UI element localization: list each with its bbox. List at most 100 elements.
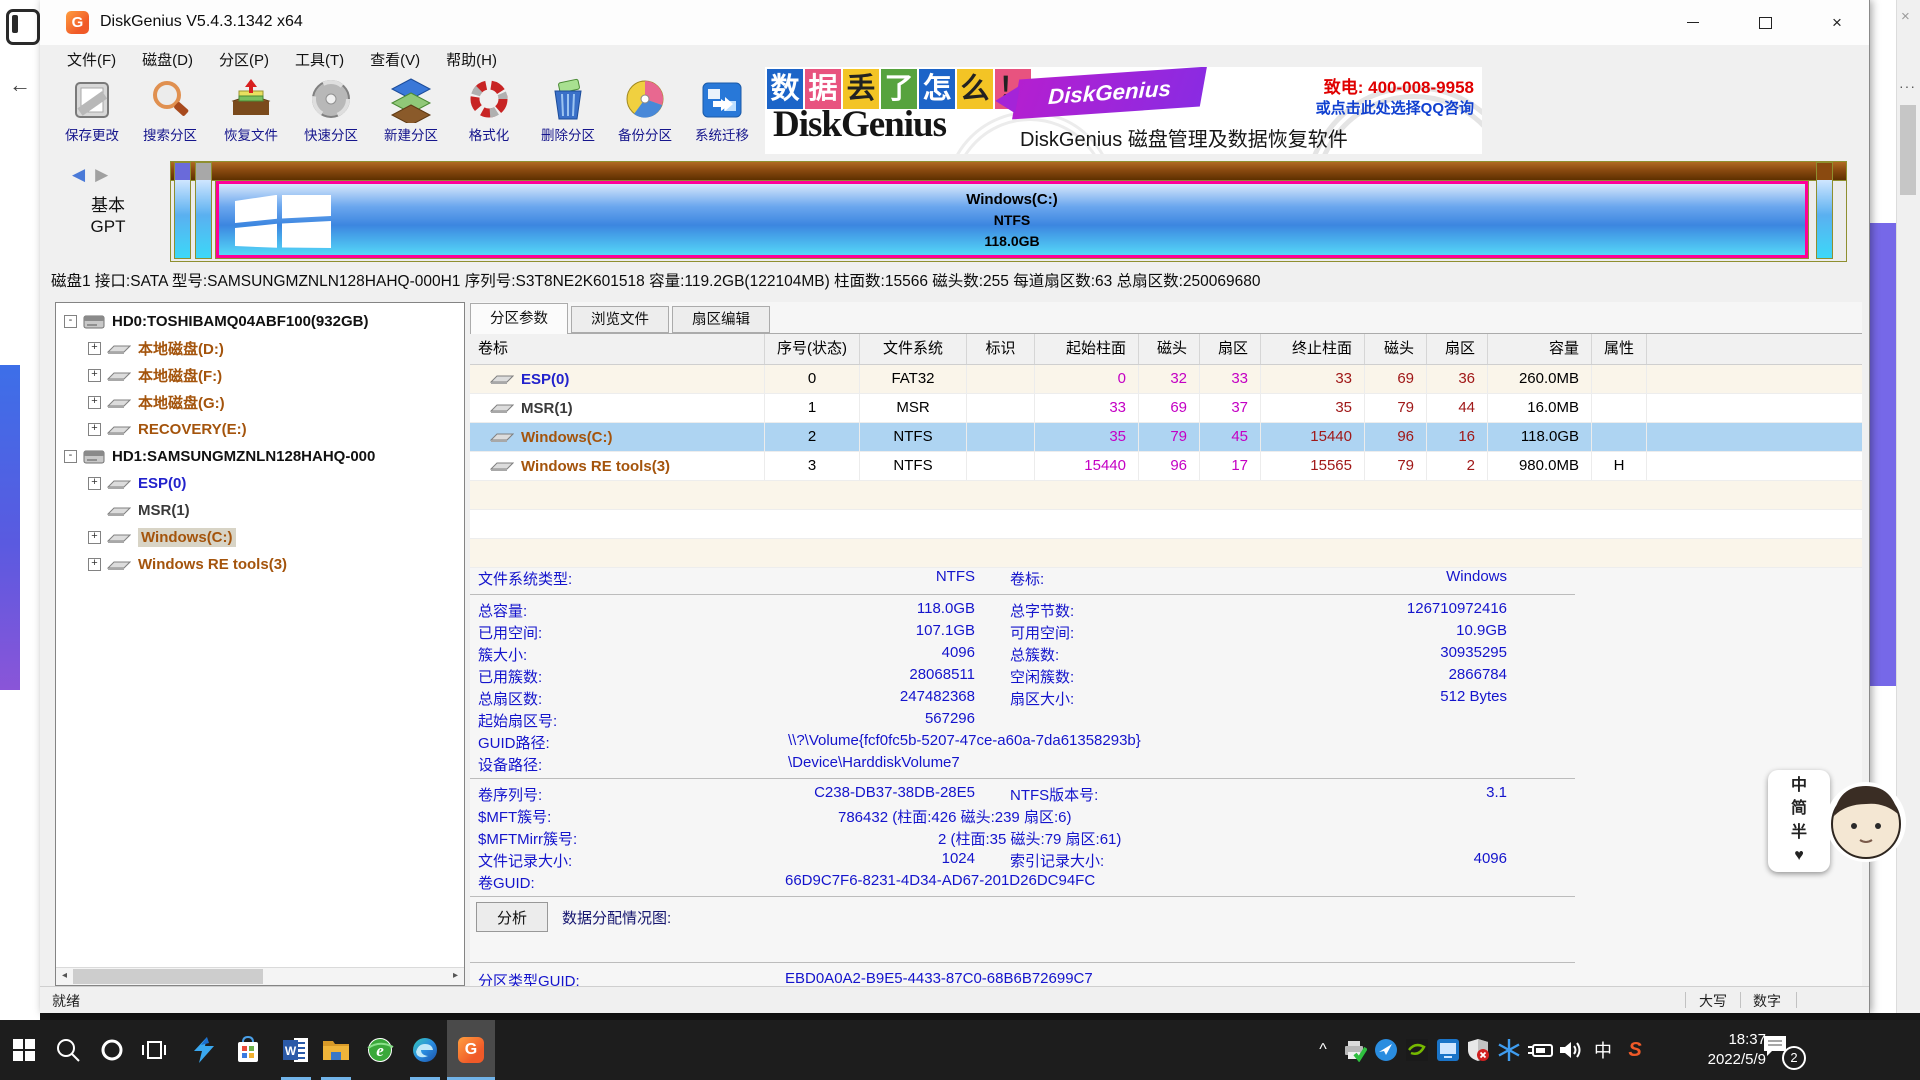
scroll-left-arrow[interactable]: ◂ <box>56 968 73 984</box>
column-header[interactable]: 卷标 <box>470 334 765 364</box>
next-disk-arrow[interactable]: ▶ <box>95 165 118 184</box>
background-window-tab-icon[interactable] <box>6 9 40 45</box>
tray-messenger-icon[interactable] <box>1371 1020 1401 1080</box>
menu-disk[interactable]: 磁盘(D) <box>129 49 206 70</box>
tray-volume-icon[interactable] <box>1556 1020 1586 1080</box>
taskbar-app-edge[interactable] <box>403 1020 447 1080</box>
expand-toggle-icon[interactable]: + <box>88 477 101 490</box>
start-button[interactable] <box>2 1020 46 1080</box>
collapse-toggle-icon[interactable]: - <box>64 315 77 328</box>
tree-item-windows-re-tools[interactable]: + Windows RE tools(3) <box>56 551 464 578</box>
table-row-esp[interactable]: ESP(0) 0 FAT32 0 32 33 33 69 36 260.0MB <box>470 365 1862 394</box>
ime-mode-simplified[interactable]: 简 <box>1791 801 1807 817</box>
backup-partition-button[interactable]: 备份分区 <box>609 77 681 152</box>
column-header[interactable]: 起始柱面 <box>1035 334 1139 364</box>
analyze-button[interactable]: 分析 <box>476 902 548 932</box>
tray-ime-indicator[interactable]: 中 <box>1588 1020 1618 1080</box>
tab-browse-files[interactable]: 浏览文件 <box>571 306 669 333</box>
delete-partition-button[interactable]: 删除分区 <box>532 77 604 152</box>
expand-toggle-icon[interactable]: + <box>88 558 101 571</box>
tree-item-local-disk-g[interactable]: + 本地磁盘(G:) <box>56 389 464 416</box>
column-header[interactable]: 容量 <box>1488 334 1592 364</box>
pinned-app-store[interactable] <box>226 1020 270 1080</box>
tree-item-windows-c[interactable]: + Windows(C:) <box>56 524 464 551</box>
pinned-app-lightning[interactable] <box>182 1020 226 1080</box>
table-row-windows-selected[interactable]: Windows(C:) 2 NTFS 35 79 45 15440 96 16 … <box>470 423 1862 452</box>
tab-sector-edit[interactable]: 扇区编辑 <box>672 306 770 333</box>
tray-intel-graphics-icon[interactable] <box>1433 1020 1463 1080</box>
tray-printer-icon[interactable] <box>1340 1020 1370 1080</box>
save-changes-button[interactable]: 保存更改 <box>56 77 128 152</box>
expand-toggle-icon[interactable]: + <box>88 396 101 409</box>
taskbar-clock[interactable]: 18:37 2022/5/9 <box>1668 1030 1766 1070</box>
banner-ad[interactable]: 数 据 丢 了 怎 么 ！ DiskGenius 致电: 400-008-995… <box>765 67 1482 154</box>
new-partition-button[interactable]: 新建分区 <box>375 77 447 152</box>
tree-item-hd0[interactable]: - HD0:TOSHIBAMQ04ABF100(932GB) <box>56 308 464 335</box>
taskbar-app-diskgenius-active[interactable]: G <box>447 1020 495 1080</box>
minimize-button[interactable] <box>1670 0 1716 45</box>
tray-nvidia-icon[interactable] <box>1402 1020 1432 1080</box>
system-migration-button[interactable]: 系统迁移 <box>686 77 758 152</box>
tree-item-local-disk-f[interactable]: + 本地磁盘(F:) <box>56 362 464 389</box>
partition-bar-windows-re[interactable] <box>1816 162 1833 259</box>
tree-item-hd1[interactable]: - HD1:SAMSUNGMZNLN128HAHQ-000 <box>56 443 464 470</box>
collapse-toggle-icon[interactable]: - <box>64 450 77 463</box>
prev-disk-arrow[interactable]: ◀ <box>72 165 95 184</box>
tray-power-icon[interactable] <box>1526 1020 1556 1080</box>
action-center-button[interactable]: 2 <box>1762 1034 1806 1068</box>
column-header[interactable]: 属性 <box>1592 334 1647 364</box>
more-dots-icon[interactable]: ··· <box>1899 78 1916 94</box>
task-view-button[interactable] <box>132 1020 176 1080</box>
column-header[interactable]: 磁头 <box>1139 334 1200 364</box>
menu-partition[interactable]: 分区(P) <box>206 49 282 70</box>
table-row-windows-re[interactable]: Windows RE tools(3) 3 NTFS 15440 96 17 1… <box>470 452 1862 481</box>
tree-item-esp[interactable]: + ESP(0) <box>56 470 464 497</box>
table-row-msr[interactable]: MSR(1) 1 MSR 33 69 37 35 79 44 16.0MB <box>470 394 1862 423</box>
menu-tools[interactable]: 工具(T) <box>282 49 357 70</box>
partition-bar-msr[interactable] <box>195 162 212 259</box>
column-header[interactable]: 终止柱面 <box>1261 334 1365 364</box>
cortana-button[interactable] <box>90 1020 134 1080</box>
column-header[interactable]: 扇区 <box>1427 334 1488 364</box>
taskbar-search-button[interactable] <box>46 1020 90 1080</box>
tray-security-icon[interactable] <box>1463 1020 1493 1080</box>
taskbar-app-file-explorer[interactable] <box>314 1020 358 1080</box>
tree-item-local-disk-d[interactable]: + 本地磁盘(D:) <box>56 335 464 362</box>
scroll-right-arrow[interactable]: ▸ <box>447 968 464 984</box>
pinned-app-green-browser[interactable]: e <box>358 1020 402 1080</box>
ime-mode-chinese[interactable]: 中 <box>1791 778 1807 794</box>
format-button[interactable]: 格式化 <box>453 77 525 152</box>
expand-toggle-icon[interactable]: + <box>88 423 101 436</box>
partition-bar-esp[interactable] <box>174 162 191 259</box>
taskbar-app-word[interactable]: W <box>274 1020 318 1080</box>
tree-item-msr[interactable]: MSR(1) <box>56 497 464 524</box>
recover-files-button[interactable]: 恢复文件 <box>215 77 287 152</box>
scrollbar-thumb[interactable] <box>73 969 263 984</box>
search-partitions-button[interactable]: 搜索分区 <box>134 77 206 152</box>
expand-toggle-icon[interactable]: + <box>88 342 101 355</box>
banner-qq-link[interactable]: 或点击此处选择QQ咨询 <box>1316 97 1474 118</box>
column-header[interactable]: 文件系统 <box>860 334 967 364</box>
expand-toggle-icon[interactable]: + <box>88 531 101 544</box>
tray-snowflake-icon[interactable] <box>1494 1020 1524 1080</box>
close-button[interactable]: × <box>1814 0 1860 45</box>
column-header[interactable]: 标识 <box>967 334 1035 364</box>
tray-sogou-icon[interactable]: S <box>1620 1020 1650 1080</box>
ime-mode-halfwidth[interactable]: 半 <box>1791 825 1807 841</box>
tree-horizontal-scrollbar[interactable]: ◂ ▸ <box>56 967 464 985</box>
tray-overflow-button[interactable]: ^ <box>1308 1020 1338 1080</box>
background-scrollbar-thumb[interactable] <box>1900 105 1916 195</box>
column-header[interactable]: 扇区 <box>1200 334 1261 364</box>
tab-partition-params[interactable]: 分区参数 <box>470 303 568 334</box>
menu-view[interactable]: 查看(V) <box>357 49 433 70</box>
tree-item-recovery-e[interactable]: + RECOVERY(E:) <box>56 416 464 443</box>
background-close-icon[interactable]: × <box>1901 8 1910 25</box>
menu-file[interactable]: 文件(F) <box>54 49 129 70</box>
maximize-button[interactable] <box>1742 0 1788 45</box>
menu-help[interactable]: 帮助(H) <box>433 49 510 70</box>
partition-bar-windows-selected[interactable]: Windows(C:) NTFS 118.0GB <box>216 181 1808 258</box>
heart-icon[interactable]: ♥ <box>1794 848 1804 864</box>
ime-status-widget[interactable]: 中 简 半 ♥ <box>1768 770 1830 872</box>
quick-partition-button[interactable]: 快速分区 <box>295 77 367 152</box>
back-arrow-icon[interactable]: ← <box>9 72 31 98</box>
